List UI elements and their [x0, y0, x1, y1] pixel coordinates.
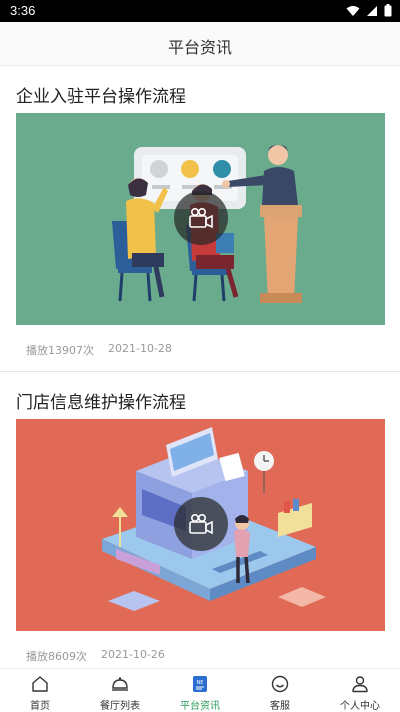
- tab-label: 餐厅列表: [100, 701, 140, 712]
- customer-service-icon: [270, 674, 290, 694]
- article-title[interactable]: 门店信息维护操作流程: [16, 388, 186, 413]
- page-title: 平台资讯: [167, 38, 232, 57]
- article-item[interactable]: 门店信息维护操作流程 播放8609次 2021-10-26: [0, 372, 400, 668]
- publish-date: 2021-10-26: [101, 648, 165, 661]
- wifi-icon: [346, 5, 360, 16]
- tab-customer-service[interactable]: 客服: [240, 669, 320, 712]
- battery-icon: [384, 4, 392, 17]
- restaurant-bell-icon: [110, 674, 130, 694]
- svg-text:NE: NE: [197, 680, 204, 686]
- publish-date: 2021-10-28: [108, 342, 172, 355]
- tab-label: 个人中心: [340, 701, 380, 712]
- news-icon: NE: [190, 674, 210, 694]
- video-thumbnail[interactable]: [16, 419, 385, 631]
- tab-platform-news[interactable]: NE 平台资讯: [160, 669, 240, 712]
- play-count: 播放8609次: [26, 650, 87, 663]
- video-camera-icon: [189, 513, 213, 535]
- article-meta: 播放8609次 2021-10-26: [26, 648, 165, 664]
- person-icon: [350, 674, 370, 694]
- tab-home[interactable]: 首页: [0, 669, 80, 712]
- home-icon: [30, 674, 50, 694]
- video-camera-icon: [189, 207, 213, 229]
- tab-label: 平台资讯: [180, 701, 220, 712]
- play-count: 播放13907次: [26, 344, 94, 357]
- article-item[interactable]: 企业入驻平台操作流程 播放13907次 2021-10-28: [0, 66, 400, 372]
- article-title[interactable]: 企业入驻平台操作流程: [16, 82, 186, 107]
- play-button[interactable]: [174, 497, 228, 551]
- tab-label: 首页: [30, 701, 50, 712]
- article-list[interactable]: 企业入驻平台操作流程 播放13907次 2021-10-28 门店信息维护操作流…: [0, 66, 400, 668]
- signal-icon: [367, 5, 377, 16]
- bottom-tab-bar: 首页 餐厅列表 NE 平台资讯 客服 个人中心: [0, 668, 400, 712]
- title-bar: 平台资讯: [0, 22, 400, 66]
- status-icons: [346, 4, 392, 17]
- status-time: 3:36: [10, 3, 36, 18]
- tab-label: 客服: [270, 701, 290, 712]
- play-button[interactable]: [174, 191, 228, 245]
- video-thumbnail[interactable]: [16, 113, 385, 325]
- status-bar: 3:36: [0, 0, 400, 22]
- tab-personal-center[interactable]: 个人中心: [320, 669, 400, 712]
- article-meta: 播放13907次 2021-10-28: [26, 342, 172, 358]
- tab-restaurant-list[interactable]: 餐厅列表: [80, 669, 160, 712]
